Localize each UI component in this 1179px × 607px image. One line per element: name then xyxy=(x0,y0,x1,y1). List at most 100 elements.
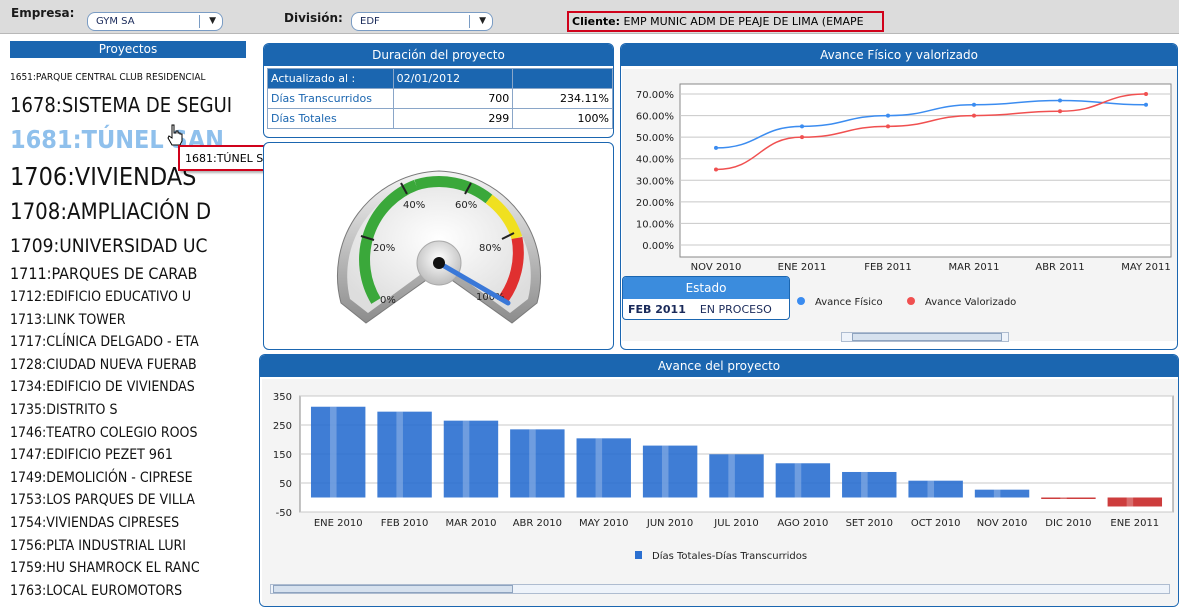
line-chart-scrollbar[interactable] xyxy=(841,332,1009,342)
y-tick-label: 60.00% xyxy=(636,112,674,123)
gauge-chart: 0% 20% 40% 60% 80% 100% xyxy=(336,170,542,349)
project-item[interactable]: 1711:PARQUES DE CARAB xyxy=(10,261,248,286)
project-item[interactable]: 1734:EDIFICIO DE VIVIENDAS xyxy=(10,376,248,399)
bar xyxy=(775,463,831,498)
project-item[interactable]: 1735:DISTRITO S xyxy=(10,399,248,422)
bar xyxy=(443,420,499,498)
project-item[interactable]: 1749:DEMOLICIÓN - CIPRESE xyxy=(10,467,248,490)
x-tick-label: NOV 2010 xyxy=(691,262,742,273)
project-item[interactable]: 1678:SISTEMA DE SEGUI xyxy=(10,90,248,121)
bar-highlight xyxy=(993,489,1001,498)
gauge-tick-label: 20% xyxy=(373,243,395,254)
estado-title: Estado xyxy=(623,277,789,299)
y-tick-label: -50 xyxy=(276,508,292,519)
y-tick-label: 50.00% xyxy=(636,133,674,144)
y-tick-label: 10.00% xyxy=(636,219,674,230)
project-item[interactable]: 1713:LINK TOWER xyxy=(10,309,248,332)
x-tick-label: OCT 2010 xyxy=(911,518,961,529)
x-tick-label: JUN 2010 xyxy=(646,518,693,529)
chevron-down-icon[interactable]: ▼ xyxy=(479,16,486,26)
project-item[interactable]: 1747:EDIFICIO PEZET 961 xyxy=(10,444,248,467)
scroll-thumb[interactable] xyxy=(273,585,513,593)
project-item[interactable]: 1756:PLTA INDUSTRIAL LURI xyxy=(10,535,248,558)
project-item[interactable]: 1754:VIVIENDAS CIPRESES xyxy=(10,512,248,535)
duration-panel: Duración del proyecto Actualizado al : 0… xyxy=(263,43,614,138)
y-tick-label: 30.00% xyxy=(636,176,674,187)
x-tick-label: ENE 2011 xyxy=(1110,518,1159,529)
project-item[interactable]: 1651:PARQUE CENTRAL CLUB RESIDENCIAL xyxy=(10,62,248,90)
bar-highlight xyxy=(661,445,669,498)
bar xyxy=(310,406,366,498)
division-select[interactable]: EDF ▼ xyxy=(351,12,493,31)
legend-marker xyxy=(907,297,915,305)
gauge-tick-label: 40% xyxy=(403,200,425,211)
bar-highlight xyxy=(927,480,935,498)
bar xyxy=(510,429,565,498)
bar xyxy=(974,489,1030,498)
project-item[interactable]: 1728:CIUDAD NUEVA FUERAB xyxy=(10,354,248,377)
gauge-tick-label: 80% xyxy=(479,243,501,254)
project-item[interactable]: 1763:LOCAL EUROMOTORS xyxy=(10,580,248,603)
bar xyxy=(1041,497,1096,499)
x-tick-label: FEB 2011 xyxy=(864,262,912,273)
x-tick-label: FEB 2010 xyxy=(381,518,429,529)
empresa-label: Empresa: xyxy=(11,6,75,20)
combo-separator xyxy=(469,15,470,28)
cliente-label: Cliente: xyxy=(572,15,621,28)
bar xyxy=(377,411,432,498)
legend-label: Avance Físico xyxy=(815,296,883,308)
bar-highlight xyxy=(595,438,603,498)
division-value: EDF xyxy=(360,16,380,27)
project-item[interactable]: 1709:UNIVERSIDAD UC xyxy=(10,231,248,261)
bar-chart: -50 50 150 250 350 ENE 2010 FEB 2010 MAR 2010 A… xyxy=(262,379,1178,606)
legend-label: Avance Valorizado xyxy=(925,297,1016,308)
gauge-value-box xyxy=(401,327,476,349)
project-item[interactable]: 1708:AMPLIACIÓN D xyxy=(10,195,248,231)
gauge-panel: 0% 20% 40% 60% 80% 100% xyxy=(263,142,614,350)
data-point xyxy=(886,113,890,118)
line-plot-area xyxy=(679,83,1172,258)
data-point xyxy=(800,135,804,140)
x-tick-label: MAY 2011 xyxy=(1121,262,1170,273)
project-item[interactable]: 1746:TEATRO COLEGIO ROOS xyxy=(10,422,248,445)
row-value: 299 xyxy=(392,108,514,129)
updated-label: Actualizado al : xyxy=(267,68,394,89)
updated-empty xyxy=(512,68,613,89)
chevron-down-icon[interactable]: ▼ xyxy=(209,16,216,26)
bar-highlight xyxy=(330,406,337,498)
row-pct: 234.11% xyxy=(512,88,613,109)
project-item[interactable]: 1759:HU SHAMROCK EL RANC xyxy=(10,557,248,580)
bar xyxy=(642,445,698,498)
legend-marker xyxy=(635,551,642,559)
bar-chart-scrollbar[interactable] xyxy=(270,584,1170,594)
line-chart-title: Avance Físico y valorizado xyxy=(621,44,1177,66)
empresa-select[interactable]: GYM SA ▼ xyxy=(87,12,223,31)
project-item[interactable]: 1712:EDIFICIO EDUCATIVO U xyxy=(10,286,248,309)
scroll-thumb[interactable] xyxy=(852,333,1002,341)
legend-marker xyxy=(797,297,805,305)
bar xyxy=(709,454,764,498)
gauge-tick-label: 0% xyxy=(380,295,396,306)
x-tick-label: MAY 2010 xyxy=(579,518,628,529)
estado-month: FEB 2011 xyxy=(628,303,686,316)
combo-separator xyxy=(199,15,200,28)
project-list: 1651:PARQUE CENTRAL CLUB RESIDENCIAL 167… xyxy=(10,62,248,607)
duration-table: Actualizado al : 02/01/2012 Días Transcu… xyxy=(267,68,613,129)
division-label: División: xyxy=(284,11,343,25)
bar xyxy=(842,471,897,498)
project-item[interactable]: 1717:CLÍNICA DELGADO - ETA xyxy=(10,331,248,354)
filter-bar: Empresa: GYM SA ▼ División: EDF ▼ Client… xyxy=(0,0,1179,34)
row-value: 700 xyxy=(392,88,514,109)
bar-highlight xyxy=(462,420,470,498)
bar xyxy=(908,480,963,498)
updated-date: 02/01/2012 xyxy=(392,68,514,89)
bar xyxy=(576,438,631,498)
x-tick-label: MAR 2010 xyxy=(445,518,496,529)
data-point xyxy=(714,145,718,150)
x-tick-label: ABR 2011 xyxy=(1035,262,1084,273)
gauge-needle-pivot xyxy=(433,257,445,269)
hand-cursor-icon xyxy=(167,124,183,146)
y-tick-label: 50 xyxy=(279,479,292,490)
y-tick-label: 250 xyxy=(273,421,292,432)
project-item[interactable]: 1753:LOS PARQUES DE VILLA xyxy=(10,489,248,512)
